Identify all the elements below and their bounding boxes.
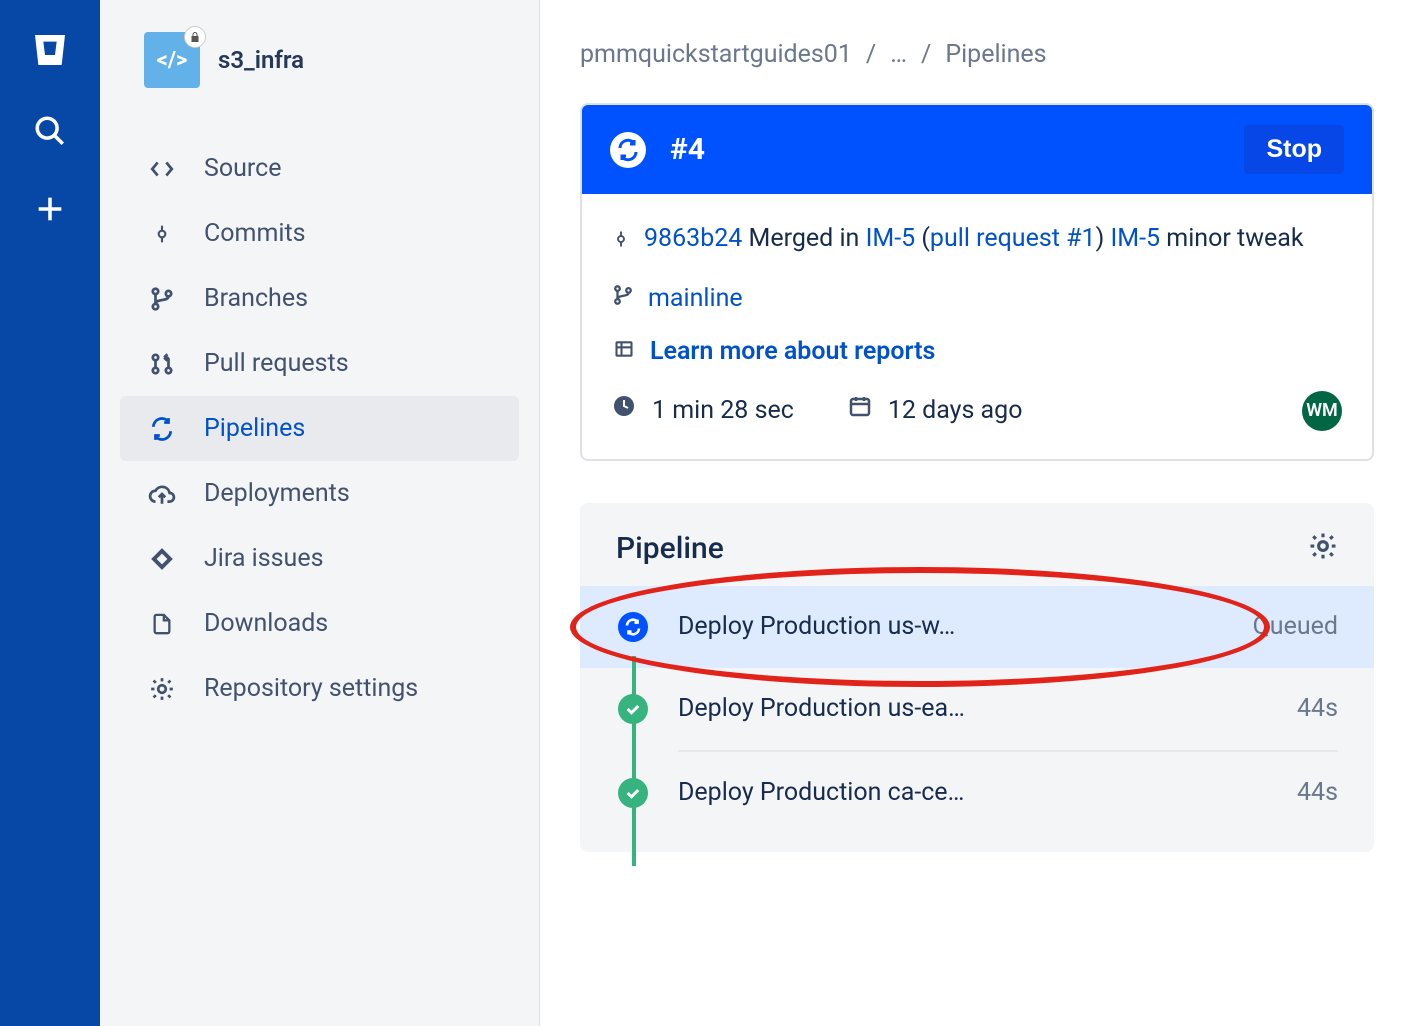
code-icon: </>	[157, 48, 188, 73]
repo-icon: </>	[144, 32, 200, 88]
pipelines-icon	[148, 416, 176, 442]
nav-label: Jira issues	[204, 544, 323, 573]
pr-link[interactable]: pull request #1	[930, 224, 1096, 253]
issue-link[interactable]: IM-5	[1110, 224, 1160, 253]
meta-row: 1 min 28 sec 12 days ago WM	[612, 391, 1342, 431]
sidebar-nav: Source Commits Branches Pull requests Pi…	[120, 136, 519, 721]
step-status-text: 44s	[1297, 694, 1338, 723]
breadcrumb-separator: /	[866, 40, 876, 69]
nav-pull-requests[interactable]: Pull requests	[120, 331, 519, 396]
run-body: 9863b24 Merged in IM-5 (pull request #1)…	[582, 194, 1372, 459]
bitbucket-logo-icon[interactable]	[30, 30, 70, 74]
commit-text: 9863b24 Merged in IM-5 (pull request #1)…	[644, 220, 1304, 258]
breadcrumb: pmmquickstartguides01 / … / Pipelines	[580, 40, 1374, 69]
step-status-text: Queued	[1253, 612, 1338, 641]
reports-row: Learn more about reports	[612, 333, 1342, 371]
avatar[interactable]: WM	[1302, 391, 1342, 431]
success-status-icon	[618, 694, 648, 724]
run-header: #4 Stop	[582, 105, 1372, 194]
repo-header[interactable]: </> s3_infra	[144, 32, 519, 88]
nav-label: Source	[204, 154, 281, 183]
pipeline-head: Pipeline	[580, 531, 1374, 586]
sidebar: </> s3_infra Source Commits Branches Pul…	[100, 0, 540, 1026]
running-status-icon	[610, 132, 646, 168]
nav-repo-settings[interactable]: Repository settings	[120, 656, 519, 721]
breadcrumb-separator: /	[921, 40, 931, 69]
breadcrumb-current[interactable]: Pipelines	[945, 40, 1046, 69]
lock-icon	[184, 26, 206, 48]
gear-icon	[148, 676, 176, 702]
main-content: pmmquickstartguides01 / … / Pipelines #4…	[540, 0, 1410, 1026]
pipeline-step[interactable]: Deploy Production us-w… Queued	[580, 586, 1374, 668]
nav-jira-issues[interactable]: Jira issues	[120, 526, 519, 591]
create-icon[interactable]	[33, 192, 67, 230]
nav-label: Repository settings	[204, 674, 418, 703]
issue-link[interactable]: IM-5	[866, 224, 916, 253]
paren-close: )	[1096, 224, 1111, 253]
step-status-text: 44s	[1297, 778, 1338, 807]
pipeline-run-card: #4 Stop 9863b24 Merged in IM-5 (pull req…	[580, 103, 1374, 461]
pipeline-steps-card: Pipeline Deploy Production us-w… Queued …	[580, 503, 1374, 852]
branch-link[interactable]: mainline	[648, 280, 743, 318]
branch-icon	[612, 280, 634, 318]
pull-request-icon	[148, 351, 176, 377]
paren-open: (	[915, 224, 930, 253]
repo-title: s3_infra	[218, 46, 304, 74]
calendar-icon	[848, 392, 872, 430]
running-status-icon	[618, 612, 648, 642]
reports-link[interactable]: Learn more about reports	[650, 333, 935, 371]
step-name: Deploy Production us-ea…	[678, 694, 1297, 723]
when-text: 12 days ago	[888, 392, 1023, 430]
commit-row: 9863b24 Merged in IM-5 (pull request #1)…	[612, 220, 1342, 264]
nav-pipelines[interactable]: Pipelines	[120, 396, 519, 461]
breadcrumb-workspace[interactable]: pmmquickstartguides01	[580, 40, 852, 69]
commit-msg-suffix: minor tweak	[1160, 224, 1303, 253]
report-icon	[612, 333, 636, 371]
nav-downloads[interactable]: Downloads	[120, 591, 519, 656]
pipeline-step[interactable]: Deploy Production ca-ce… 44s	[580, 752, 1374, 834]
cloud-upload-icon	[148, 481, 176, 507]
success-status-icon	[618, 778, 648, 808]
commit-icon	[148, 221, 176, 247]
nav-label: Pull requests	[204, 349, 349, 378]
branch-row: mainline	[612, 280, 1342, 318]
nav-branches[interactable]: Branches	[120, 266, 519, 331]
nav-label: Branches	[204, 284, 308, 313]
breadcrumb-ellipsis[interactable]: …	[890, 40, 907, 69]
run-number: #4	[670, 132, 705, 167]
duration-text: 1 min 28 sec	[652, 392, 794, 430]
nav-deployments[interactable]: Deployments	[120, 461, 519, 526]
pipeline-step[interactable]: Deploy Production us-ea… 44s	[580, 668, 1374, 750]
gear-icon[interactable]	[1308, 531, 1338, 565]
commit-msg-prefix: Merged in	[742, 224, 865, 253]
step-connector	[632, 756, 636, 866]
code-brackets-icon	[148, 156, 176, 182]
step-name: Deploy Production us-w…	[678, 612, 1253, 641]
nav-label: Deployments	[204, 479, 350, 508]
search-icon[interactable]	[33, 114, 67, 152]
nav-label: Pipelines	[204, 414, 305, 443]
jira-icon	[148, 546, 176, 572]
nav-label: Downloads	[204, 609, 328, 638]
step-name: Deploy Production ca-ce…	[678, 778, 1297, 807]
nav-source[interactable]: Source	[120, 136, 519, 201]
nav-commits[interactable]: Commits	[120, 201, 519, 266]
branch-icon	[148, 286, 176, 312]
stop-button[interactable]: Stop	[1244, 125, 1344, 174]
nav-label: Commits	[204, 219, 306, 248]
commit-icon	[612, 226, 630, 264]
pipeline-title: Pipeline	[616, 531, 724, 566]
pipeline-steps-list: Deploy Production us-w… Queued Deploy Pr…	[580, 586, 1374, 834]
commit-hash-link[interactable]: 9863b24	[644, 224, 742, 253]
global-nav-rail	[0, 0, 100, 1026]
file-icon	[148, 611, 176, 637]
clock-icon	[612, 392, 636, 430]
